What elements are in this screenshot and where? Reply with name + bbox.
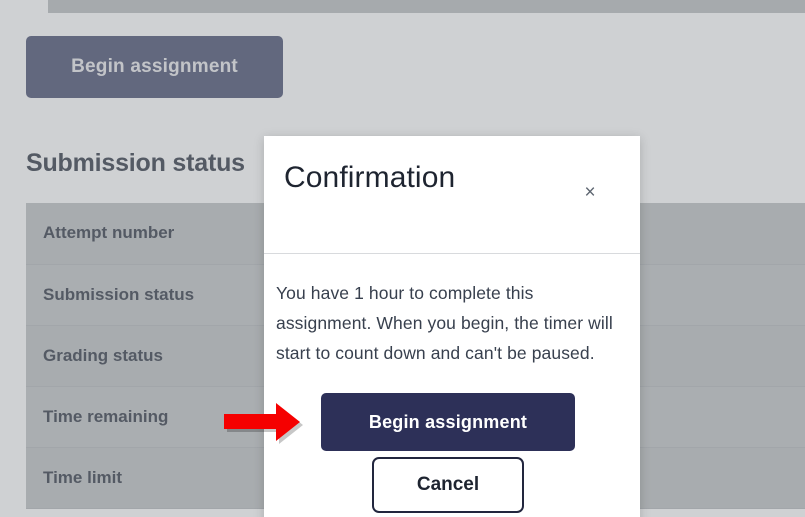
screen-root: Begin assignment Submission status Attem…	[0, 0, 805, 517]
confirmation-dialog: Confirmation × You have 1 hour to comple…	[264, 136, 640, 517]
dialog-cancel-button[interactable]: Cancel	[372, 457, 524, 513]
dialog-header: Confirmation ×	[264, 136, 640, 254]
dialog-message: You have 1 hour to complete this assignm…	[276, 283, 613, 363]
close-icon[interactable]: ×	[576, 179, 604, 207]
dialog-title: Confirmation	[284, 161, 456, 194]
dialog-actions: Begin assignment Cancel	[276, 393, 620, 513]
dialog-begin-assignment-button[interactable]: Begin assignment	[321, 393, 575, 451]
dialog-body: You have 1 hour to complete this assignm…	[264, 254, 640, 513]
